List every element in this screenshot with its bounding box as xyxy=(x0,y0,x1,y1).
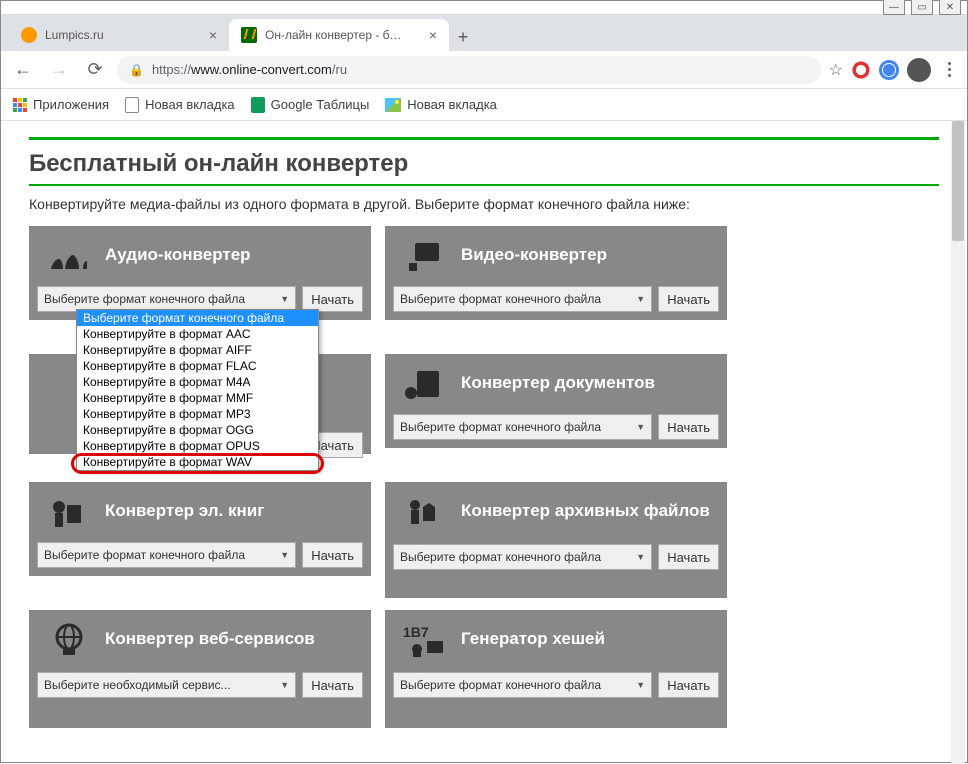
url-text: https://www.online-convert.com/ru xyxy=(152,62,347,77)
service-select[interactable]: Выберите необходимый сервис... xyxy=(37,672,296,698)
dropdown-option-mp3[interactable]: Конвертируйте в формат MP3 xyxy=(77,406,318,422)
dropdown-option-flac[interactable]: Конвертируйте в формат FLAC xyxy=(77,358,318,374)
scrollbar-thumb[interactable] xyxy=(952,121,964,241)
forward-button[interactable]: → xyxy=(45,56,73,84)
format-select[interactable]: Выберите формат конечного файла xyxy=(393,544,652,570)
extension-globe-icon[interactable] xyxy=(879,60,899,80)
format-select[interactable]: Выберите формат конечного файла xyxy=(393,286,652,312)
window-titlebar: — ▭ ✕ xyxy=(1,1,967,15)
lock-icon: 🔒 xyxy=(129,63,144,77)
card-title: Конвертер веб-сервисов xyxy=(105,629,315,649)
format-select[interactable]: Выберите формат конечного файла xyxy=(37,542,296,568)
start-button[interactable]: Начать xyxy=(658,544,719,570)
divider xyxy=(29,184,939,186)
card-title: Видео-конвертер xyxy=(461,245,607,265)
start-button[interactable]: Начать xyxy=(302,672,363,698)
tab-title: Lumpics.ru xyxy=(45,28,104,42)
window-maximize-button[interactable]: ▭ xyxy=(911,0,933,15)
close-icon[interactable]: × xyxy=(209,27,217,43)
dropdown-option-m4a[interactable]: Конвертируйте в формат M4A xyxy=(77,374,318,390)
bookmark-sheets[interactable]: Google Таблицы xyxy=(251,97,370,113)
archive-icon xyxy=(401,491,449,531)
audio-icon xyxy=(45,235,93,275)
vertical-scrollbar[interactable] xyxy=(951,121,965,764)
bookmark-newtab-1[interactable]: Новая вкладка xyxy=(125,97,235,113)
start-button[interactable]: Начать xyxy=(302,542,363,568)
dropdown-option-opus[interactable]: Конвертируйте в формат OPUS xyxy=(77,438,318,454)
tab-online-convert[interactable]: Он-лайн конвертер - бесплатно × xyxy=(229,19,449,51)
dropdown-option-aac[interactable]: Конвертируйте в формат AAC xyxy=(77,326,318,342)
bookmarks-bar: Приложения Новая вкладка Google Таблицы … xyxy=(1,89,967,121)
close-icon[interactable]: × xyxy=(429,27,437,43)
format-select[interactable]: Выберите формат конечного файла xyxy=(393,672,652,698)
card-audio: Аудио-конвертер Выберите формат конечног… xyxy=(29,226,371,320)
extension-opera-icon[interactable] xyxy=(851,60,871,80)
browser-menu-button[interactable] xyxy=(939,62,959,77)
card-title: Аудио-конвертер xyxy=(105,245,251,265)
dropdown-option-wav[interactable]: Конвертируйте в формат WAV xyxy=(77,454,318,470)
card-title: Генератор хешей xyxy=(461,629,605,649)
divider xyxy=(29,137,939,140)
back-button[interactable]: ← xyxy=(9,56,37,84)
reload-button[interactable]: ⟳ xyxy=(81,56,109,84)
web-icon xyxy=(45,619,93,659)
bookmark-label: Новая вкладка xyxy=(407,97,497,112)
start-button[interactable]: Начать xyxy=(658,672,719,698)
dropdown-option-placeholder[interactable]: Выберите формат конечного файла xyxy=(77,310,318,326)
bookmark-label: Новая вкладка xyxy=(145,97,235,112)
format-dropdown[interactable]: Выберите формат конечного файла Конверти… xyxy=(76,309,319,471)
svg-text:1B7: 1B7 xyxy=(403,624,429,640)
tab-strip: Lumpics.ru × Он-лайн конвертер - бесплат… xyxy=(1,15,967,51)
tab-lumpics[interactable]: Lumpics.ru × xyxy=(9,19,229,51)
bookmark-apps[interactable]: Приложения xyxy=(13,97,109,112)
favicon-icon xyxy=(21,27,37,43)
hash-icon: 1B7 xyxy=(401,619,449,659)
dropdown-option-mmf[interactable]: Конвертируйте в формат MMF xyxy=(77,390,318,406)
ebook-icon xyxy=(45,491,93,531)
window-minimize-button[interactable]: — xyxy=(883,0,905,15)
card-video: Видео-конвертер Выберите формат конечног… xyxy=(385,226,727,320)
address-bar: ← → ⟳ 🔒 https://www.online-convert.com/r… xyxy=(1,51,967,89)
bookmark-label: Google Таблицы xyxy=(271,97,370,112)
start-button[interactable]: Начать xyxy=(658,414,719,440)
dropdown-option-aiff[interactable]: Конвертируйте в формат AIFF xyxy=(77,342,318,358)
card-title: Конвертер архивных файлов xyxy=(461,501,710,521)
bookmark-star-icon[interactable]: ☆ xyxy=(829,60,843,80)
favicon-icon xyxy=(241,27,257,43)
window-close-button[interactable]: ✕ xyxy=(939,0,961,15)
bookmark-label: Приложения xyxy=(33,97,109,112)
url-input[interactable]: 🔒 https://www.online-convert.com/ru xyxy=(117,56,821,84)
apps-icon xyxy=(13,98,27,112)
card-title: Конвертер эл. книг xyxy=(105,501,264,521)
start-button[interactable]: Начать xyxy=(658,286,719,312)
tab-title: Он-лайн конвертер - бесплатно xyxy=(265,28,405,42)
picture-icon xyxy=(385,98,401,112)
card-ebook: Конвертер эл. книг Выберите формат конеч… xyxy=(29,482,371,576)
card-hash: 1B7 Генератор хешей Выберите формат коне… xyxy=(385,610,727,728)
video-icon xyxy=(401,235,449,275)
card-web: Конвертер веб-сервисов Выберите необходи… xyxy=(29,610,371,728)
page-title: Бесплатный он-лайн конвертер xyxy=(29,150,939,178)
document-icon xyxy=(401,363,449,403)
card-title: Конвертер документов xyxy=(461,373,655,393)
format-select[interactable]: Выберите формат конечного файла xyxy=(393,414,652,440)
card-docs: Конвертер документов Выберите формат кон… xyxy=(385,354,727,448)
bookmark-newtab-2[interactable]: Новая вкладка xyxy=(385,97,497,112)
card-archive: Конвертер архивных файлов Выберите форма… xyxy=(385,482,727,598)
page-subtitle: Конвертируйте медиа-файлы из одного форм… xyxy=(29,196,939,212)
sheets-icon xyxy=(251,97,265,113)
new-tab-button[interactable]: + xyxy=(449,23,477,51)
profile-avatar[interactable] xyxy=(907,58,931,82)
dropdown-option-ogg[interactable]: Конвертируйте в формат OGG xyxy=(77,422,318,438)
file-icon xyxy=(125,97,139,113)
